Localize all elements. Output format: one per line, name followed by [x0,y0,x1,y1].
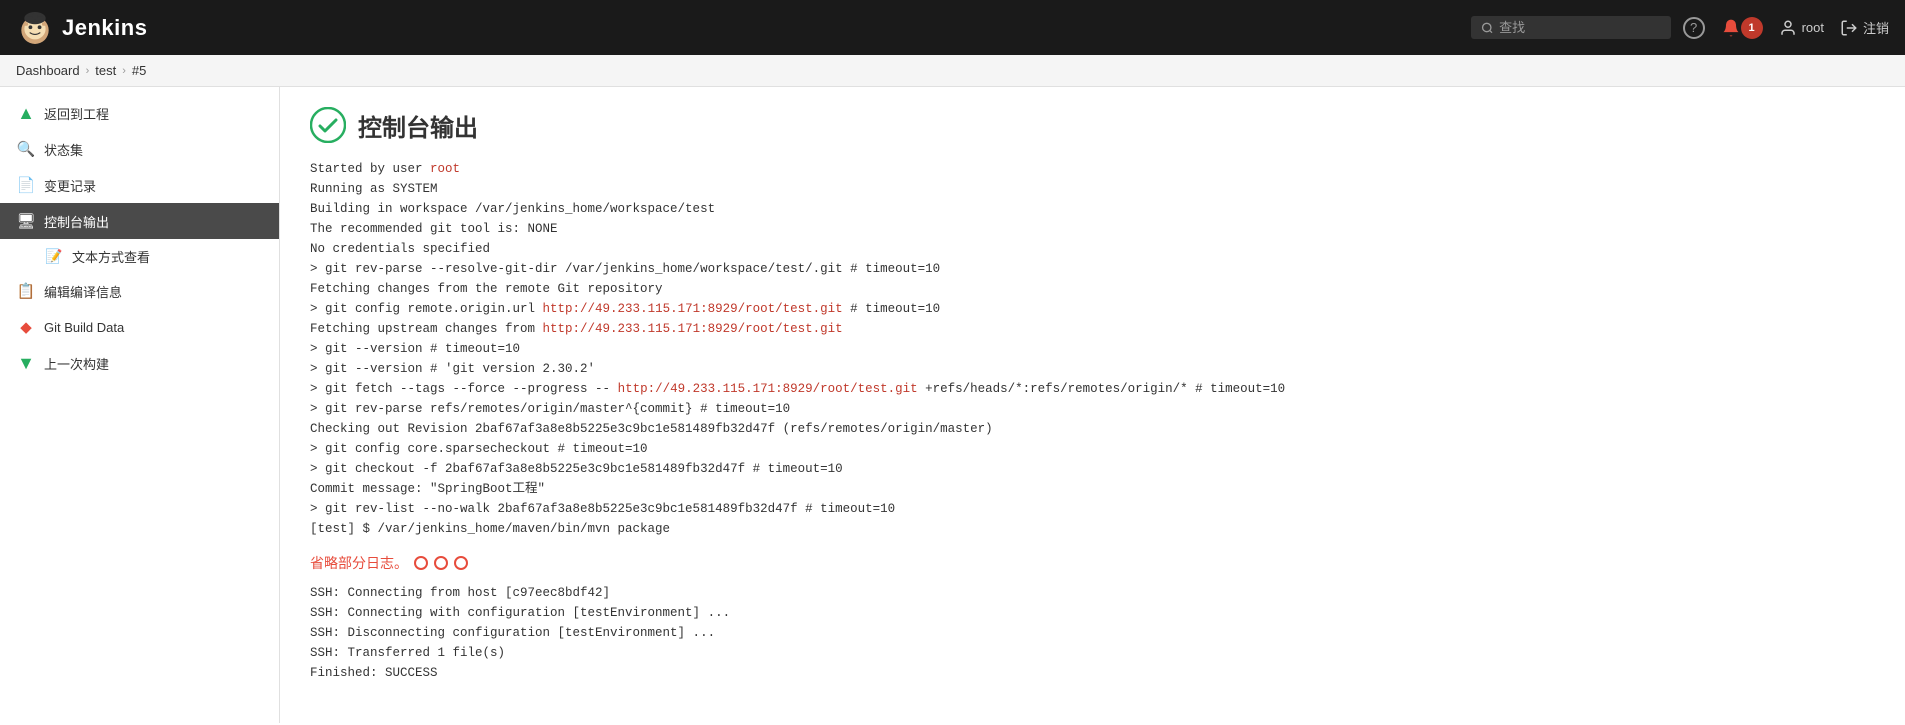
console-line-10: > git --version # timeout=10 [310,339,1875,359]
console-line-13: > git rev-parse refs/remotes/origin/mast… [310,399,1875,419]
search-icon [1481,21,1494,35]
console-line-7: Fetching changes from the remote Git rep… [310,279,1875,299]
console-line-18: > git rev-list --no-walk 2baf67af3a8e8b5… [310,499,1875,519]
console-line-14: Checking out Revision 2baf67af3a8e8b5225… [310,419,1875,439]
header-right: ? 1 root 注销 [1683,17,1889,39]
sidebar-label-status: 状态集 [44,140,83,159]
console-line-6: > git rev-parse --resolve-git-dir /var/j… [310,259,1875,279]
omit-label: 省略部分日志。 [310,553,408,573]
bottom-line-4: SSH: Transferred 1 file(s) [310,643,1875,663]
breadcrumb: Dashboard › test › #5 [0,55,1905,87]
search-box[interactable] [1471,16,1671,39]
edit-icon: 📋 [16,281,36,301]
down-arrow-icon: ▼ [16,353,36,373]
console-line-1: Started by user root [310,159,1875,179]
bottom-line-5: Finished: SUCCESS [310,663,1875,683]
sidebar-item-textview[interactable]: 📝 文本方式查看 [0,239,279,273]
breadcrumb-sep-1: › [86,65,90,77]
sidebar-item-annotation[interactable]: 📋 编辑编译信息 [0,273,279,309]
jenkins-logo-icon [16,9,54,47]
logo-area: Jenkins [16,9,147,47]
console-line-9: Fetching upstream changes from http://49… [310,319,1875,339]
bottom-line-2: SSH: Connecting with configuration [test… [310,603,1875,623]
console-bottom-area: SSH: Connecting from host [c97eec8bdf42]… [310,583,1875,683]
sidebar-item-back-to-project[interactable]: ▲ 返回到工程 [0,95,279,131]
console-line-12: > git fetch --tags --force --progress --… [310,379,1875,399]
root-link[interactable]: root [430,162,460,176]
logout-icon [1840,19,1858,37]
logout-label: 注销 [1863,18,1889,37]
git-url-2-link[interactable]: http://49.233.115.171:8929/root/test.git [543,322,843,336]
console-line-11: > git --version # 'git version 2.30.2' [310,359,1875,379]
breadcrumb-test[interactable]: test [95,63,116,78]
main-content: 控制台输出 Started by user root Running as SY… [280,87,1905,723]
dot-2 [434,556,448,570]
breadcrumb-dashboard[interactable]: Dashboard [16,63,80,78]
sidebar-label-changelog: 变更记录 [44,176,96,195]
textview-icon: 📝 [44,246,64,266]
console-line-3: Building in workspace /var/jenkins_home/… [310,199,1875,219]
user-icon [1779,19,1797,37]
console-line-4: The recommended git tool is: NONE [310,219,1875,239]
sidebar: ▲ 返回到工程 🔍 状态集 📄 变更记录 🖥 控制台输出 📝 文本方式查看 📋 … [0,87,280,723]
sidebar-item-gitbuild[interactable]: ◆ Git Build Data [0,309,279,345]
console-line-8: > git config remote.origin.url http://49… [310,299,1875,319]
sidebar-label-prevbuild: 上一次构建 [44,354,109,373]
notif-count: 1 [1741,17,1763,39]
console-line-5: No credentials specified [310,239,1875,259]
console-line-15: > git config core.sparsecheckout # timeo… [310,439,1875,459]
search-sidebar-icon: 🔍 [16,139,36,159]
help-button[interactable]: ? [1683,17,1705,39]
sidebar-item-changelog[interactable]: 📄 变更记录 [0,167,279,203]
sidebar-label-annotation: 编辑编译信息 [44,282,122,301]
sidebar-label-textview: 文本方式查看 [72,247,150,266]
breadcrumb-sep-2: › [122,65,126,77]
git-diamond-icon: ◆ [16,317,36,337]
notification-badge[interactable]: 1 [1721,17,1763,39]
console-line-17: Commit message: "SpringBoot工程" [310,479,1875,499]
git-url-1-link[interactable]: http://49.233.115.171:8929/root/test.git [543,302,843,316]
git-url-3-link[interactable]: http://49.233.115.171:8929/root/test.git [618,382,918,396]
sidebar-label-back: 返回到工程 [44,104,109,123]
console-output-area: Started by user root Running as SYSTEM B… [310,159,1875,539]
console-line-19: [test] $ /var/jenkins_home/maven/bin/mvn… [310,519,1875,539]
sidebar-item-prevbuild[interactable]: ▼ 上一次构建 [0,345,279,381]
success-checkmark-icon [310,107,346,143]
search-input[interactable] [1499,20,1660,35]
breadcrumb-build[interactable]: #5 [132,63,146,78]
bottom-line-1: SSH: Connecting from host [c97eec8bdf42] [310,583,1875,603]
main-layout: ▲ 返回到工程 🔍 状态集 📄 变更记录 🖥 控制台输出 📝 文本方式查看 📋 … [0,87,1905,723]
sidebar-label-console: 控制台输出 [44,212,109,231]
up-arrow-icon: ▲ [16,103,36,123]
page-title: 控制台输出 [358,108,478,143]
sidebar-label-gitbuild: Git Build Data [44,320,124,335]
bottom-line-3: SSH: Disconnecting configuration [testEn… [310,623,1875,643]
dot-1 [414,556,428,570]
console-icon: 🖥 [16,211,36,231]
user-menu[interactable]: root [1779,19,1824,37]
omit-label-row: 省略部分日志。 [310,553,1875,573]
bell-icon [1721,18,1741,38]
logout-button[interactable]: 注销 [1840,18,1889,37]
doc-icon: 📄 [16,175,36,195]
sidebar-item-status[interactable]: 🔍 状态集 [0,131,279,167]
username-label: root [1802,20,1824,35]
app-title: Jenkins [62,15,147,41]
page-title-row: 控制台输出 [310,107,1875,143]
console-line-16: > git checkout -f 2baf67af3a8e8b5225e3c9… [310,459,1875,479]
sidebar-item-console[interactable]: 🖥 控制台输出 [0,203,279,239]
header: Jenkins ? 1 root [0,0,1905,55]
dot-3 [454,556,468,570]
console-line-2: Running as SYSTEM [310,179,1875,199]
